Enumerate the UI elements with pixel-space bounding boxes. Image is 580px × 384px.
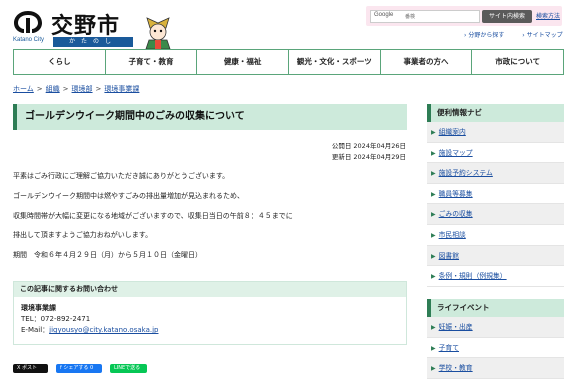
breadcrumb-home[interactable]: ホーム: [13, 85, 34, 93]
contact-email-row: E-Mail：jigyousyo@city.katano.osaka.jp: [21, 325, 399, 336]
category-search-link[interactable]: › 分野から探す: [464, 32, 512, 39]
nav-item-tourism-culture-sports[interactable]: 観光・文化・スポーツ: [289, 50, 381, 74]
arrow-right-icon: ▶: [431, 129, 436, 136]
nav-item-health-welfare[interactable]: 健康・福祉: [197, 50, 290, 74]
publish-dates: 公開日 2024年04月26日 更新日 2024年04月29日: [250, 141, 406, 163]
line-send-button[interactable]: LINEで送る: [110, 364, 147, 373]
sidebar-convenience-title: 便利情報ナビ: [427, 104, 564, 122]
sidebar-item-library[interactable]: ▶ 図書館: [427, 245, 564, 267]
nav-item-kurashi[interactable]: くらし: [14, 50, 106, 74]
site-english-name: Katano City: [13, 37, 45, 43]
arrow-right-icon: ▶: [431, 344, 436, 352]
sidebar-life-events-title: ライフイベント: [427, 299, 564, 317]
sidebar-item-ordinances[interactable]: ▶ 条例・規則（例規集）: [427, 266, 564, 287]
contact-details: 環境事業課 TEL：072-892-2471 E-Mail：jigyousyo@…: [14, 297, 406, 342]
site-logo[interactable]: 交野市 Katano City かたのし: [13, 8, 171, 50]
breadcrumb-organization[interactable]: 組織: [46, 85, 60, 93]
sidebar-item-school-education[interactable]: ▶ 学校・教育: [427, 358, 564, 379]
search-brand-label: Google: [374, 12, 394, 18]
sitemap-link[interactable]: › サイトマップ: [522, 32, 570, 39]
facebook-share-button[interactable]: f シェアする 0: [56, 364, 102, 373]
share-buttons: X ポスト f シェアする 0 LINEで送る: [13, 364, 147, 374]
utility-bar: Google 番検 サイト内検索 検索方法: [366, 6, 562, 26]
arrow-right-icon: ▶: [431, 170, 436, 178]
published-date: 公開日 2024年04月26日: [331, 142, 406, 150]
site-title: 交野市: [51, 14, 121, 39]
site-search-button[interactable]: サイト内検索: [482, 10, 532, 23]
sidebar-life-events: ライフイベント ▶ 妊娠・出産 ▶ 子育て ▶ 学校・教育: [427, 299, 564, 379]
updated-date: 更新日 2024年04月29日: [331, 153, 406, 161]
sidebar-item-childcare[interactable]: ▶ 子育て: [427, 338, 564, 359]
header-sublinks: › 分野から探す › サイトマップ: [464, 30, 579, 39]
site-kana-name: かたのし: [53, 37, 133, 47]
arrow-right-icon: ▶: [431, 190, 436, 198]
arrow-right-icon: ▶: [431, 231, 436, 239]
article-paragraph: 排出して頂ますようご協力おねがいします。: [13, 231, 153, 240]
search-input[interactable]: Google 番検: [370, 10, 480, 23]
article-paragraph: 平素はごみ行政にご理解ご協力いただき誠にありがとうございます。: [13, 172, 230, 180]
nav-item-business[interactable]: 事業者の方へ: [381, 50, 473, 74]
nav-item-childcare-education[interactable]: 子育て・教育: [106, 50, 198, 74]
sidebar-item-facility-map[interactable]: ▶ 施設マップ: [427, 143, 564, 164]
arrow-right-icon: ▶: [431, 149, 436, 157]
breadcrumb-environment-business-section[interactable]: 環境事業課: [104, 85, 139, 93]
contact-department: 環境事業課: [21, 304, 56, 312]
search-input-value: 番検: [405, 14, 416, 20]
contact-heading: この記事に関するお問い合わせ: [14, 282, 406, 297]
article-body: 平素はごみ行政にご理解ご協力いただき誠にありがとうございます。 ゴールデンウイー…: [13, 172, 407, 271]
sidebar-convenience-list: ▶ 組織案内 ▶ 施設マップ ▶ 施設予約システム ▶ 職員等募集 ▶ ごみの収集 ▶ 市民…: [427, 122, 564, 287]
arrow-right-icon: ▶: [431, 252, 436, 260]
sidebar-item-organization[interactable]: ▶ 組織案内: [427, 122, 564, 143]
contact-email-link[interactable]: jigyousyo@city.katano.osaka.jp: [49, 326, 158, 334]
mascot-icon: [145, 17, 171, 50]
contact-email-label: E-Mail：: [21, 326, 50, 334]
sidebar-life-events-list: ▶ 妊娠・出産 ▶ 子育て ▶ 学校・教育: [427, 317, 564, 379]
x-post-button[interactable]: X ポスト: [13, 364, 48, 373]
contact-tel: TEL：072-892-2471: [21, 315, 91, 323]
arrow-right-icon: ▶: [431, 365, 436, 373]
sidebar-convenience-nav: 便利情報ナビ ▶ 組織案内 ▶ 施設マップ ▶ 施設予約システム ▶ 職員等募集 ▶ ごみ…: [427, 104, 564, 287]
sidebar-item-citizen-consultation[interactable]: ▶ 市民相談: [427, 225, 564, 246]
breadcrumb: ホーム > 組織 > 環境部 > 環境事業課: [13, 85, 140, 93]
contact-box: この記事に関するお問い合わせ 環境事業課 TEL：072-892-2471 E-…: [13, 281, 407, 345]
arrow-right-icon: ▶: [431, 273, 436, 281]
sidebar-item-facility-reservation[interactable]: ▶ 施設予約システム: [427, 163, 564, 184]
search-method-link[interactable]: 検索方法: [536, 11, 560, 20]
page-title: ゴールデンウイーク期間中のごみの収集について: [13, 104, 407, 130]
sidebar-item-pregnancy-birth[interactable]: ▶ 妊娠・出産: [427, 317, 564, 338]
global-nav: くらし 子育て・教育 健康・福祉 観光・文化・スポーツ 事業者の方へ 市政につい…: [13, 49, 564, 75]
article-paragraph: 収集時間帯が大幅に変更になる地域がございますので、収集日当日の午前８：４５までに: [13, 211, 293, 220]
nav-item-city-government[interactable]: 市政について: [472, 50, 563, 74]
sidebar-item-garbage-collection[interactable]: ▶ ごみの収集: [427, 204, 564, 225]
article-paragraph: ゴールデンウイーク期間中は燃やすごみの排出量増加が見込まれるため、: [13, 191, 244, 200]
article-paragraph: 期間 令和６年４月２９日（月）から５月１０日（金曜日）: [13, 251, 202, 260]
arrow-right-icon: ▶: [431, 211, 436, 219]
breadcrumb-environment-dept[interactable]: 環境部: [72, 85, 93, 93]
arrow-right-icon: ▶: [431, 324, 436, 331]
sidebar-item-staff-recruitment[interactable]: ▶ 職員等募集: [427, 184, 564, 205]
city-emblem-icon: [14, 11, 42, 33]
